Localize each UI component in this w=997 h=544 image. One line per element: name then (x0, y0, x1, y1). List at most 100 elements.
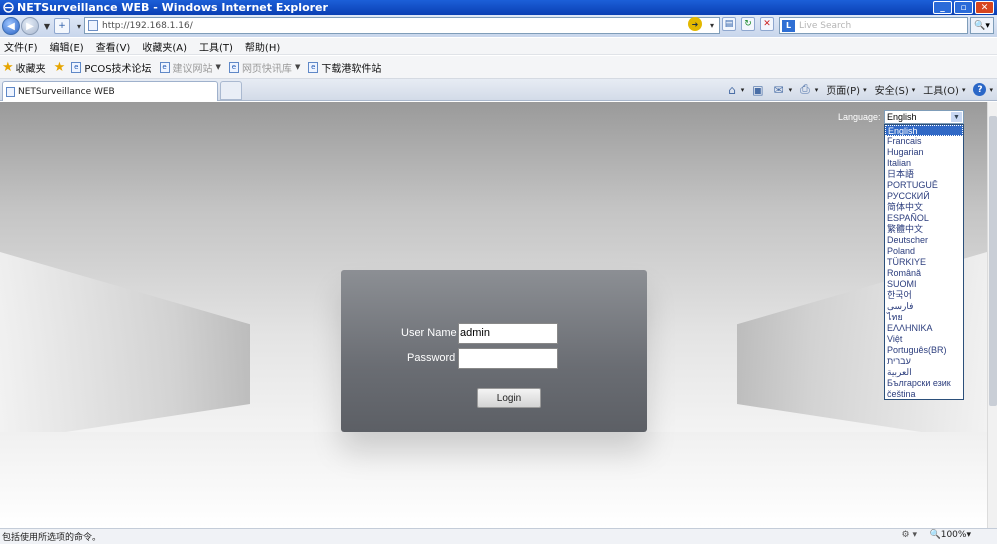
language-option[interactable]: Poland (885, 246, 963, 257)
print-button[interactable]: ⎙ ▾ (800, 82, 818, 97)
language-option[interactable]: 简体中文 (885, 202, 963, 213)
help-menu-button[interactable]: ? ▾ (973, 83, 993, 96)
language-option[interactable]: 한국어 (885, 290, 963, 301)
home-button[interactable]: ⌂ ▾ (728, 83, 744, 97)
menu-edit[interactable]: 编辑(E) (50, 39, 84, 54)
language-option[interactable]: 繁體中文 (885, 224, 963, 235)
chevron-down-icon[interactable]: ▼ (951, 112, 962, 122)
login-button[interactable]: Login (477, 388, 541, 408)
address-bar[interactable]: http://192.168.1.16/ (84, 17, 720, 34)
rss-icon: ▣ (752, 82, 764, 97)
language-option[interactable]: Francais (885, 136, 963, 147)
window-title: NETSurveillance WEB - Windows Internet E… (17, 1, 328, 14)
language-option[interactable]: ESPAÑOL (885, 213, 963, 224)
address-url: http://192.168.1.16/ (102, 20, 193, 31)
scrollbar-thumb[interactable] (989, 116, 997, 406)
chevron-down-icon: ▼ (215, 63, 221, 71)
language-option[interactable]: Български език (885, 378, 963, 389)
language-option[interactable]: 日本語 (885, 169, 963, 180)
zoom-control[interactable]: 🔍 100% ▾ (930, 530, 971, 540)
search-button[interactable]: 🔍▾ (970, 17, 994, 34)
ie-logo-icon (3, 2, 14, 13)
maximize-button[interactable]: ▫ (954, 1, 973, 14)
language-option[interactable]: Português(BR) (885, 345, 963, 356)
status-bar: 包括使用所选项的命令。 ⚙ ▾ 🔍 100% ▾ (0, 528, 997, 544)
mail-button[interactable]: ✉ ▾ (774, 83, 793, 97)
menu-help[interactable]: 帮助(H) (245, 39, 280, 54)
tab-netsurveillance[interactable]: NETSurveillance WEB (2, 81, 218, 101)
password-label: Password (407, 352, 456, 364)
favorite-page-icon: e (159, 61, 170, 73)
favorite-item[interactable]: e 下载港软件站 (308, 60, 381, 75)
search-placeholder: Live Search (799, 20, 852, 31)
favorite-item[interactable]: e PCOS技术论坛 (71, 60, 152, 75)
language-option[interactable]: PORTUGUÊ (885, 180, 963, 191)
new-tab-button[interactable] (220, 81, 242, 100)
compatibility-icon[interactable]: + (54, 18, 70, 34)
page-content: Language: English ▼ English Francais Hugar… (0, 102, 987, 528)
add-favorite-icon[interactable]: ★ (54, 60, 66, 75)
favorite-item[interactable]: e 网页快讯库 ▼ (228, 60, 300, 75)
language-option[interactable]: TÜRKIYE (885, 257, 963, 268)
favorites-star-icon: ★ (2, 59, 14, 75)
language-option[interactable]: ΕΛΛΗΝΙΚΑ (885, 323, 963, 334)
security-zone-icon[interactable]: ⚙ ▾ (902, 530, 917, 540)
menu-favorites[interactable]: 收藏夹(A) (142, 39, 187, 54)
language-option[interactable]: فارسی (885, 301, 963, 312)
background-wall-left (0, 252, 250, 442)
language-option[interactable]: Deutscher (885, 235, 963, 246)
back-button[interactable]: ◀ (2, 17, 20, 35)
recent-pages-dropdown[interactable]: ▼ (40, 18, 54, 34)
language-option[interactable]: Română (885, 268, 963, 279)
feeds-button[interactable]: ▣ (752, 83, 765, 97)
language-option[interactable]: Việt (885, 334, 963, 345)
language-option[interactable]: Italian (885, 158, 963, 169)
tools-menu-button[interactable]: 工具(O) ▾ (923, 82, 965, 98)
favorite-item[interactable]: e 建议网站 ▼ (159, 60, 221, 75)
search-input[interactable]: L Live Search (779, 17, 968, 34)
page-menu-button[interactable]: 页面(P) ▾ (826, 82, 866, 98)
address-dropdown[interactable]: ▾ (705, 17, 719, 33)
favorite-label: 网页快讯库 (241, 63, 292, 75)
menu-file[interactable]: 文件(F) (4, 39, 38, 54)
language-label: Language: (838, 112, 881, 122)
safety-menu-button[interactable]: 安全(S) ▾ (875, 82, 916, 98)
refresh-icon[interactable]: ↻ (741, 17, 755, 31)
minimize-button[interactable]: _ (933, 1, 952, 14)
vertical-scrollbar[interactable] (987, 102, 997, 528)
menu-tools[interactable]: 工具(T) (199, 39, 233, 54)
favorite-page-icon: e (228, 61, 239, 73)
language-select[interactable]: English ▼ (884, 110, 964, 124)
page-icon (88, 20, 98, 31)
password-field[interactable] (458, 348, 558, 369)
close-window-button[interactable]: ✕ (975, 1, 994, 14)
menu-view[interactable]: 查看(V) (96, 39, 131, 54)
language-option[interactable]: SUOMI (885, 279, 963, 290)
favorite-page-icon: e (308, 61, 319, 73)
tab-title: NETSurveillance WEB (18, 86, 115, 97)
language-option[interactable]: עברית (885, 356, 963, 367)
username-field[interactable]: admin (458, 323, 558, 344)
go-icon[interactable]: ➜ (688, 17, 702, 31)
language-option[interactable]: ไทย (885, 312, 963, 323)
language-option[interactable]: Hugarian (885, 147, 963, 158)
address-toolbar: ◀ ▶ ▼ + ▾ http://192.168.1.16/ ➜ ▾ ▤ ↻ ✕… (0, 15, 997, 37)
language-option[interactable]: čeština (885, 389, 963, 400)
favorite-label: 建议网站 (172, 63, 213, 75)
command-bar: ⌂ ▾ ▣ ✉ ▾ ⎙ ▾ 页面(P) ▾ 安全(S) ▾ 工具(O) ▾ ? ▾ (728, 82, 993, 97)
stop-icon[interactable]: ✕ (760, 17, 774, 31)
language-option[interactable]: العربية (885, 367, 963, 378)
favorite-label: PCOS技术论坛 (84, 63, 152, 75)
language-option[interactable]: English (885, 125, 963, 136)
favorites-button[interactable]: ★ 收藏夹 (2, 60, 46, 75)
favorite-label: 下载港软件站 (321, 63, 382, 75)
forward-button[interactable]: ▶ (21, 17, 39, 35)
username-label: User Name (401, 327, 457, 339)
background-floor (0, 432, 987, 528)
printer-icon: ⎙ (800, 82, 810, 96)
zoom-level: 100% (940, 530, 967, 540)
home-icon: ⌂ (728, 82, 736, 97)
compat-view-icon[interactable]: ▤ (722, 17, 736, 31)
tab-page-icon (6, 86, 15, 97)
language-option[interactable]: РУССКИЙ (885, 191, 963, 202)
